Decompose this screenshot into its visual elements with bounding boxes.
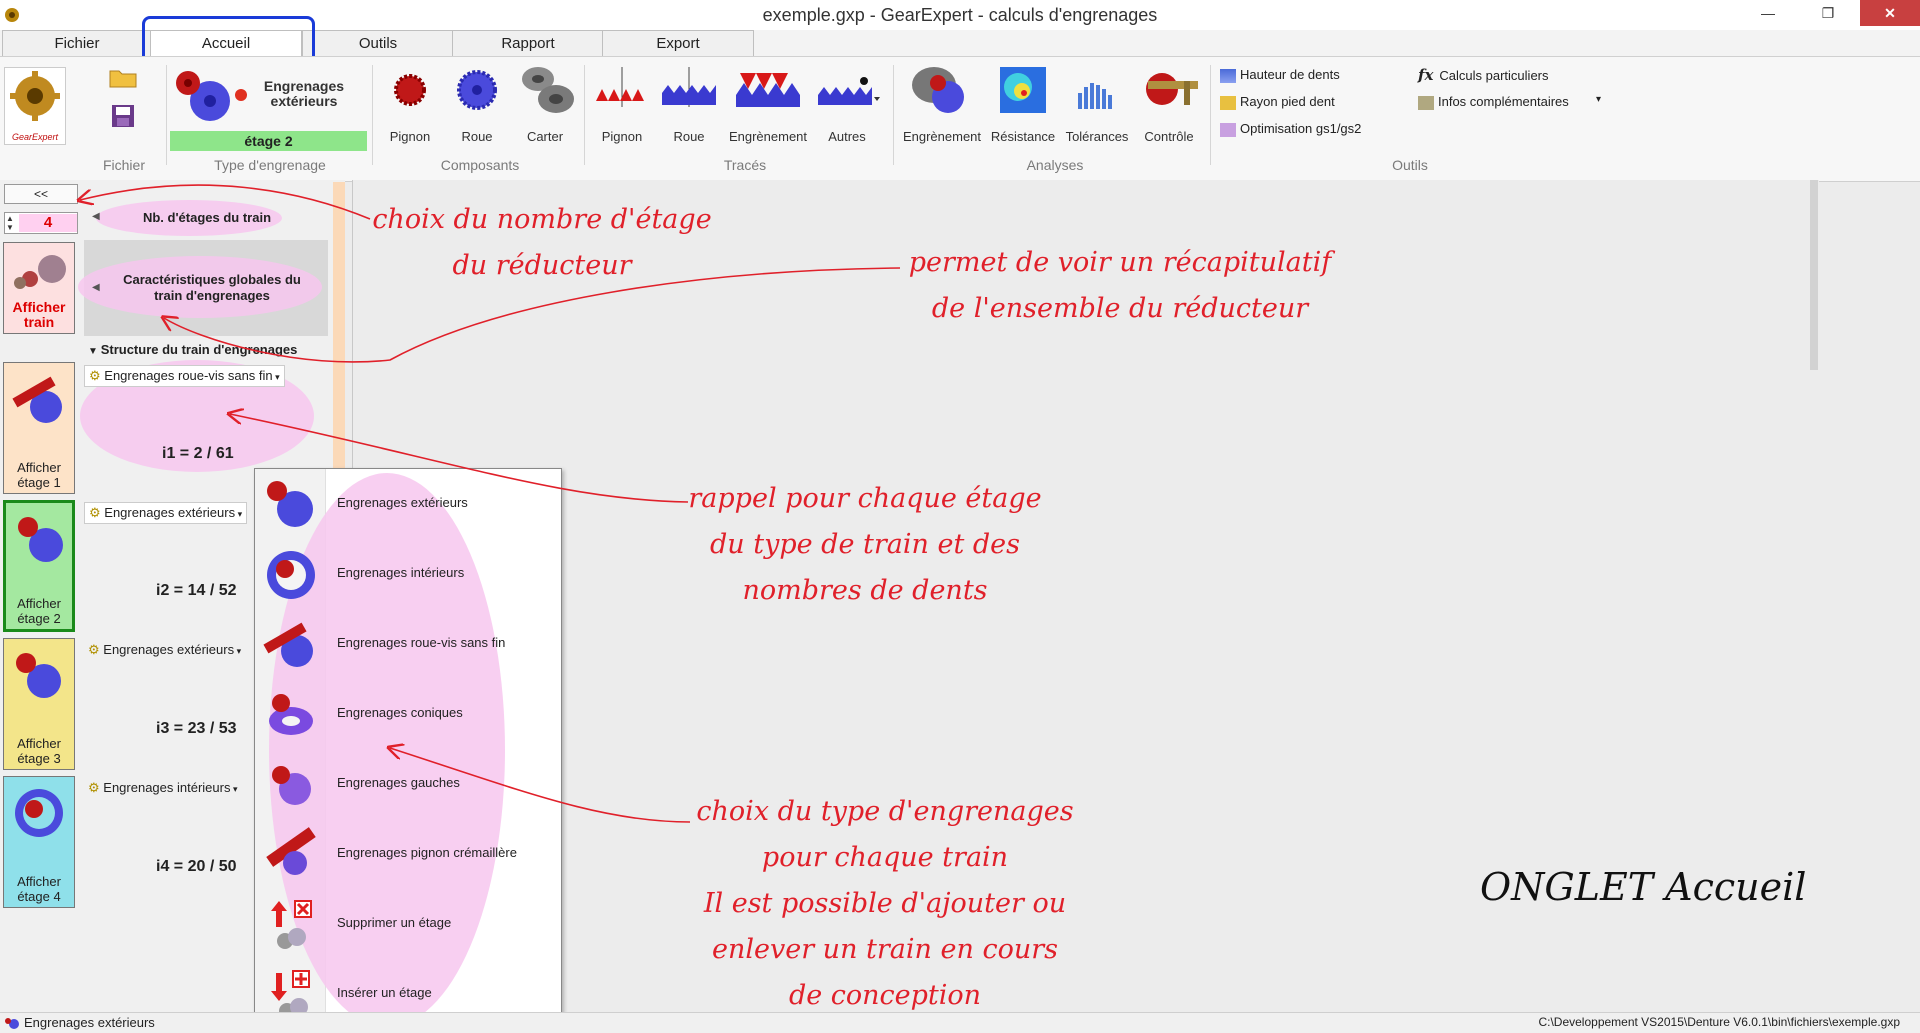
arrow-to-stages-count (80, 184, 371, 220)
onglet-caption: ONGLET Accueil (1480, 865, 1807, 909)
annotation-gear-type-choice: choix du type d'engrenages pour chaque tr… (696, 796, 1074, 1011)
annotation-stages-count: choix du nombre d'étage du réducteur (372, 204, 712, 281)
annotation-stage-reminder: rappel pour chaque étage du type de train… (688, 483, 1042, 606)
annotation-summary: permet de voir un récapitulatif de l'ense… (908, 247, 1332, 324)
status-bar: Engrenages extérieurs C:\Developpement V… (0, 1012, 1920, 1033)
status-left-text: Engrenages extérieurs (24, 1015, 155, 1030)
status-gear-icon (5, 1018, 19, 1029)
arrow-to-dropdown (390, 748, 691, 823)
status-file-path: C:\Developpement VS2015\Denture V6.0.1\b… (1538, 1015, 1900, 1029)
arrow-to-stage-ratio (230, 414, 689, 503)
